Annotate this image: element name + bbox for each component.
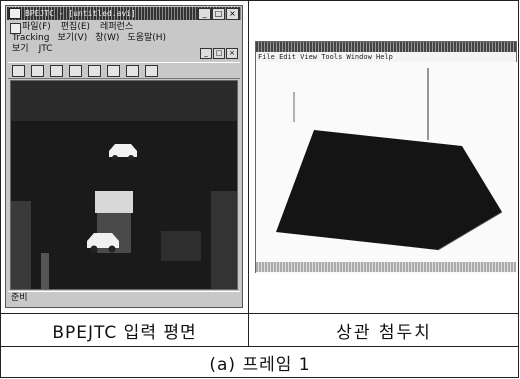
traffic-scene-image bbox=[11, 81, 237, 289]
menu-view[interactable]: 보기(V) bbox=[57, 33, 87, 44]
close-button[interactable]: × bbox=[226, 8, 239, 20]
window-controls: _ □ × bbox=[198, 8, 239, 20]
plot-window: File Edit View Tools Window Help bbox=[255, 41, 518, 274]
menu-row-2: Tracking 보기(V) 창(W) 도움말(H) bbox=[8, 33, 240, 44]
document-icon bbox=[10, 23, 21, 34]
child-minimize-button[interactable]: _ bbox=[200, 48, 212, 59]
menu-help[interactable]: 도움말(H) bbox=[127, 33, 166, 44]
cut-icon[interactable] bbox=[69, 64, 82, 77]
open-folder-icon[interactable] bbox=[31, 64, 44, 77]
save-icon[interactable] bbox=[50, 64, 63, 77]
help-icon[interactable] bbox=[145, 64, 158, 77]
correlation-peak-panel: File Edit View Tools Window Help bbox=[249, 1, 519, 313]
bpejtc-app-window: BPEJTC - [untitled.avi] _ □ × 파일(F) 편집(E… bbox=[5, 5, 243, 308]
video-frame-view[interactable] bbox=[10, 80, 238, 290]
app-icon bbox=[9, 8, 21, 19]
menu-view-2[interactable]: 보기 bbox=[12, 44, 29, 55]
correlation-surface-plot bbox=[256, 62, 518, 274]
toolbar bbox=[8, 62, 240, 79]
minimize-button[interactable]: _ bbox=[198, 8, 211, 20]
maximize-button[interactable]: □ bbox=[212, 8, 225, 20]
menu-edit[interactable]: 편집(E) bbox=[61, 22, 90, 33]
menu-reference[interactable]: 레퍼런스 bbox=[100, 22, 133, 33]
caption-correlation-peak: 상관 첨두치 bbox=[249, 313, 519, 346]
caption-frame: (a) 프레임 1 bbox=[1, 346, 519, 378]
menu-tracking[interactable]: Tracking bbox=[12, 33, 49, 44]
menu-bar: 파일(F) 편집(E) 레퍼런스 Tracking 보기(V) 창(W) 도움말… bbox=[8, 22, 240, 60]
window-title: BPEJTC - [untitled.avi] bbox=[25, 9, 136, 18]
play-icon[interactable] bbox=[88, 64, 101, 77]
plot-title-bar[interactable] bbox=[256, 42, 516, 52]
child-window-controls: _ □ × bbox=[200, 48, 238, 59]
menu-file[interactable]: 파일(F) bbox=[22, 22, 51, 33]
status-bar: 준비 bbox=[8, 291, 240, 305]
figure-frame: BPEJTC - [untitled.avi] _ □ × 파일(F) 편집(E… bbox=[0, 0, 519, 378]
print-icon[interactable] bbox=[126, 64, 139, 77]
status-text: 준비 bbox=[11, 293, 28, 303]
child-maximize-button[interactable]: □ bbox=[213, 48, 225, 59]
child-close-button[interactable]: × bbox=[226, 48, 238, 59]
menu-jtc[interactable]: JTC bbox=[39, 44, 53, 55]
menu-row-1: 파일(F) 편집(E) 레퍼런스 bbox=[8, 22, 240, 33]
title-bar[interactable]: BPEJTC - [untitled.avi] _ □ × bbox=[7, 7, 241, 20]
new-file-icon[interactable] bbox=[12, 64, 25, 77]
menu-window[interactable]: 창(W) bbox=[95, 33, 119, 44]
caption-input-plane: BPEJTC 입력 평면 bbox=[1, 313, 249, 346]
plot-menu-bar[interactable]: File Edit View Tools Window Help bbox=[258, 53, 516, 62]
plot-scrollbar[interactable] bbox=[256, 262, 516, 272]
copy-icon[interactable] bbox=[107, 64, 120, 77]
input-plane-panel: BPEJTC - [untitled.avi] _ □ × 파일(F) 편집(E… bbox=[1, 1, 249, 313]
